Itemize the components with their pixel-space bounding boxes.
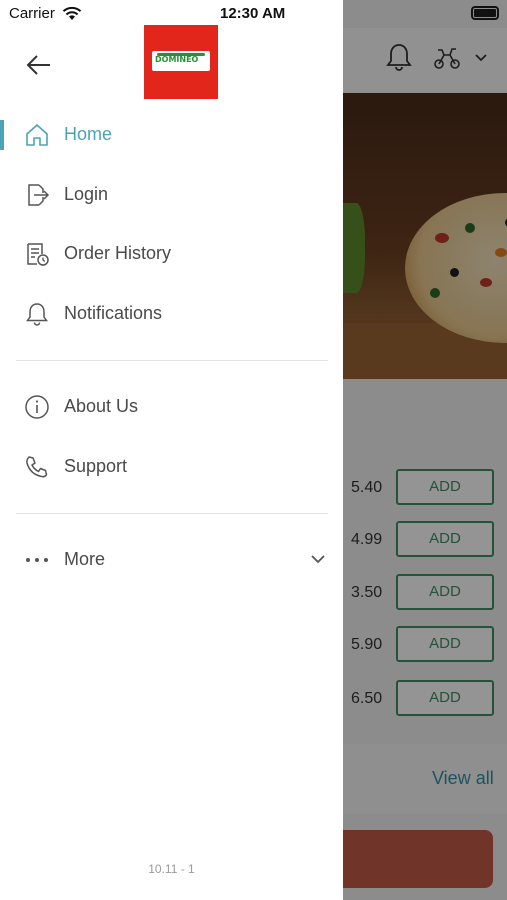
status-bar: Carrier 12:30 AM [0,0,507,28]
brand-logo: DOMINEO [144,25,218,99]
divider [16,513,328,514]
battery-icon [471,6,499,20]
nav-item-order-history[interactable]: Order History [0,227,343,281]
bell-icon [26,303,48,326]
more-icon [26,558,48,562]
info-icon [25,395,49,419]
nav-item-about-us[interactable]: About Us [0,380,343,434]
order-history-icon [27,243,49,266]
nav-item-label: Notifications [64,303,163,323]
nav-item-more[interactable]: More [0,533,343,587]
back-arrow-icon[interactable] [22,48,56,82]
navigation-drawer: DOMINEO Home Login Order History Notific… [0,0,343,900]
nav-item-notifications[interactable]: Notifications [0,287,343,341]
chevron-down-icon[interactable] [310,553,326,565]
nav-item-label: Home [64,124,113,144]
status-time: 12:30 AM [220,5,286,22]
nav-item-home[interactable]: Home [0,108,343,162]
nav-item-login[interactable]: Login [0,168,343,222]
divider [16,360,328,361]
phone-icon [26,456,48,478]
nav-item-label: Order History [64,243,172,263]
nav-item-label: More [64,549,106,569]
nav-item-label: Support [64,456,128,476]
app-version: 10.11 - 1 [148,862,195,876]
nav-item-label: About Us [64,396,139,416]
nav-item-label: Login [64,184,109,204]
nav-item-support[interactable]: Support [0,440,343,494]
wifi-icon [62,6,82,20]
carrier-label: Carrier [9,5,55,22]
home-icon [26,124,48,146]
logo-text: DOMINEO [155,55,199,64]
login-icon [28,184,50,206]
